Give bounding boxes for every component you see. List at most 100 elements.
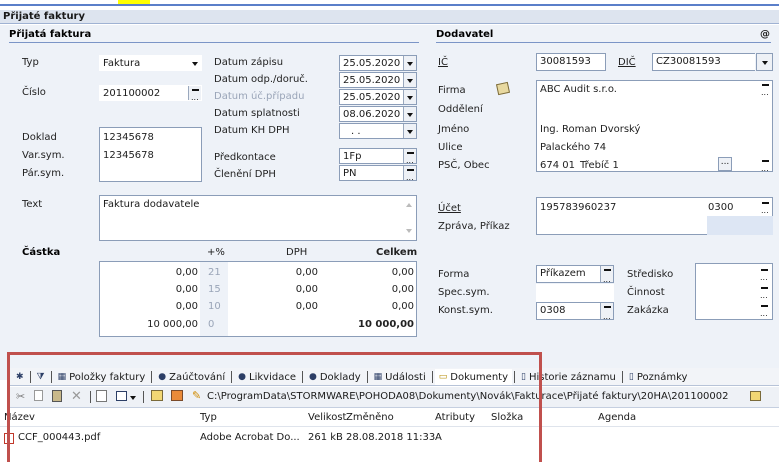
predkontace-field[interactable]: 1Fp [339,148,417,164]
amount-total-cell[interactable]: 0,00 [320,284,414,295]
forma-label: Forma [438,269,470,280]
zakazka-label: Zakázka [627,305,669,316]
jmeno-value[interactable]: Ing. Roman Dvorský [540,124,640,135]
datum-zapisu-field[interactable]: 25.05.2020 [339,55,417,71]
total-header: Celkem [376,247,418,258]
castka-label: Částka [22,247,61,258]
amount-dph-cell[interactable]: 0,00 [230,267,318,278]
chevron-down-icon[interactable] [403,56,416,70]
ulice-value[interactable]: Palackého 74 [540,142,606,153]
amount-total-cell[interactable]: 10 000,00 [320,319,414,330]
firma-value[interactable]: ABC Audit s.r.o. [540,84,617,95]
forma-field[interactable]: Příkazem [536,265,614,283]
ucet-label[interactable]: Účet [438,203,461,214]
amount-total-cell[interactable]: 0,00 [320,301,414,312]
list-picker-icon[interactable] [600,266,613,282]
datum-kh-field[interactable]: . . [339,123,417,139]
bank-code-value[interactable]: 0300 [708,202,733,213]
scroll-up-icon[interactable] [406,203,412,207]
zakazka-picker-icon[interactable] [758,302,771,318]
predkontace-label: Předkontace [214,152,276,163]
datum-ucpripadu-field[interactable]: 25.05.2020 [339,89,417,105]
tab-poznámky[interactable]: ▯ Poznámky [625,369,692,385]
open-folder-icon[interactable] [750,391,761,401]
text-value: Faktura dodavatele [103,199,200,210]
konst-field[interactable]: 0308 [536,302,614,320]
stredisko-picker-icon[interactable] [758,266,771,282]
datum-odp-field[interactable]: 25.05.2020 [339,72,417,88]
cleneni-field[interactable]: PN [339,165,417,181]
bank-picker-icon[interactable] [759,199,772,215]
text-area[interactable]: Faktura dodavatele [99,195,417,241]
chevron-down-icon [762,61,768,65]
amount-base-cell[interactable]: 0,00 [104,267,198,278]
amount-base-cell[interactable]: 0,00 [104,284,198,295]
varsym-value[interactable]: 12345678 [103,150,154,161]
typ-select[interactable]: Faktura [99,55,202,71]
ic-field[interactable]: 30081593 [536,53,606,71]
page-icon: ▯ [628,372,634,382]
dic-field[interactable]: CZ30081593 [652,53,755,71]
stredisko-label: Středisko [627,269,674,280]
pct-header: +% [207,247,225,258]
datum-splatnosti-field[interactable]: 08.06.2020 [339,106,417,122]
datum-kh-label: Datum KH DPH [214,125,290,136]
chevron-down-icon[interactable] [403,107,416,121]
konst-value: 0308 [540,305,566,316]
amount-dph-cell[interactable]: 0,00 [230,301,318,312]
dph-header: DPH [286,247,308,258]
spec-field[interactable] [536,284,614,302]
section-divider-right [436,42,771,43]
datum-zapisu-value: 25.05.2020 [343,58,401,69]
cinnost-picker-icon[interactable] [758,284,771,300]
amount-total-cell[interactable]: 0,00 [320,267,414,278]
ucet-value[interactable]: 195783960237 [540,202,616,213]
datum-kh-value: . . [351,126,361,137]
amount-pct-cell[interactable]: 21 [200,267,221,278]
ic-label[interactable]: IČ [438,57,448,68]
list-picker-icon[interactable] [403,149,416,163]
amount-base-cell[interactable]: 10 000,00 [104,319,198,330]
chevron-down-icon[interactable] [403,73,416,87]
highlight-frame [7,352,542,462]
doklad-value[interactable]: 12345678 [103,132,154,143]
datum-splatnosti-label: Datum splatnosti [214,108,300,119]
amount-pct-cell[interactable]: 10 [200,301,221,312]
scroll-down-icon[interactable] [406,229,412,233]
address-picker-icon[interactable] [759,157,772,173]
amount-dph-cell[interactable]: 0,00 [230,284,318,295]
parsym-label: Pár.sym. [22,168,65,179]
at-icon[interactable]: @ [760,29,770,40]
list-picker-icon[interactable] [403,166,416,180]
window-title-bar: Přijaté faktury [0,10,779,24]
jmeno-label: Jméno [438,124,470,135]
ic-value: 30081593 [540,56,591,67]
obec-value[interactable]: Třebíč 1 [580,160,619,171]
datum-odp-label: Datum odp./doruč. [214,74,308,85]
text-label: Text [22,199,43,210]
typ-value: Faktura [103,58,141,69]
amount-pct-cell[interactable]: 15 [200,284,221,295]
chevron-down-icon[interactable] [192,62,198,66]
tab-label: Poznámky [636,371,688,383]
number-picker-icon[interactable] [188,86,201,100]
zprava-label: Zpráva, Příkaz [438,221,510,232]
list-picker-icon[interactable] [600,303,613,319]
firma-picker-icon[interactable] [759,81,772,97]
amount-base-cell[interactable]: 0,00 [104,301,198,312]
psc-value[interactable]: 674 01 [540,160,575,171]
dic-dropdown[interactable] [756,53,773,71]
spec-label: Spec.sym. [438,287,490,298]
psc-label: PSČ, Obec [438,160,490,171]
dic-label[interactable]: DIČ [618,57,636,68]
amount-pct-cell[interactable]: 0 [200,319,218,330]
cislo-label: Číslo [22,87,46,98]
tab-separator [621,371,623,383]
chevron-down-icon[interactable] [403,90,416,104]
section-divider-left [9,42,419,43]
chevron-down-icon[interactable] [403,124,416,138]
cislo-input[interactable]: 201100002 [99,85,202,101]
obec-picker-button[interactable]: ... [718,157,732,171]
column-header[interactable]: Agenda [598,412,636,423]
top-cropped-bar [0,0,779,10]
